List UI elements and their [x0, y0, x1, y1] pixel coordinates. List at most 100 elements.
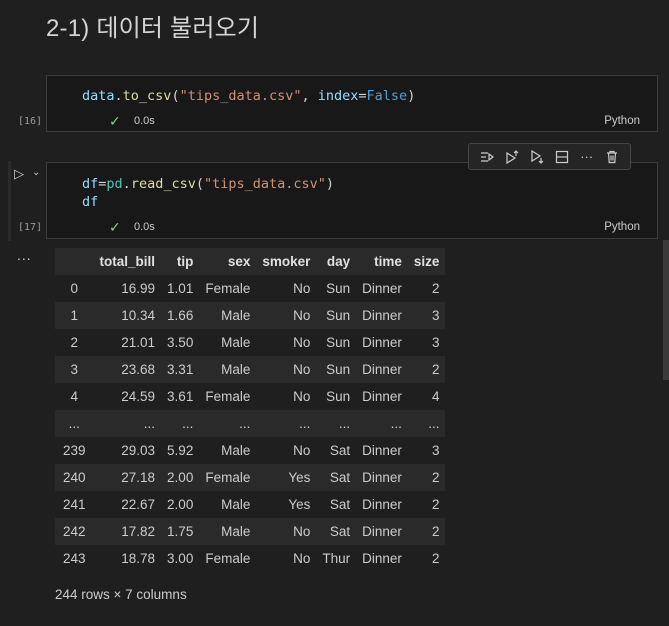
- row-index: 241: [63, 497, 86, 512]
- code-editor[interactable]: df=pd.read_csv("tips_data.csv") df: [82, 175, 334, 211]
- table-cell: 1.01: [167, 281, 194, 296]
- table-cell: 3: [431, 443, 440, 458]
- scrollbar-thumb[interactable]: [663, 240, 669, 380]
- row-index: ...: [68, 416, 80, 431]
- output-actions-icon[interactable]: ...: [17, 247, 32, 263]
- execute-above-icon[interactable]: [504, 149, 520, 165]
- code-token: ): [407, 88, 416, 104]
- code-token: (: [195, 176, 204, 192]
- row-index: 0: [70, 281, 79, 296]
- table-cell: 5.92: [167, 443, 194, 458]
- more-actions-icon[interactable]: ···: [579, 149, 595, 165]
- table-row: 0 16.99 1.01 Female No Sun Dinner 2: [55, 275, 445, 302]
- table-cell: Sun: [326, 281, 351, 296]
- table-cell: 2: [431, 497, 440, 512]
- table-cell: Sat: [329, 497, 351, 512]
- success-check-icon: ✓: [109, 219, 121, 235]
- table-cell: 17.82: [121, 524, 156, 539]
- code-token: "tips_data.csv": [203, 176, 326, 192]
- table-cell: Female: [205, 470, 251, 485]
- execution-count: [17]: [18, 222, 43, 233]
- execution-count: [16]: [18, 116, 43, 127]
- row-index: 1: [70, 308, 79, 323]
- row-index: 4: [70, 389, 79, 404]
- table-cell: No: [293, 443, 311, 458]
- code-cell-17[interactable]: df=pd.read_csv("tips_data.csv") df ✓ 0.0…: [46, 162, 658, 239]
- table-cell: Dinner: [362, 389, 402, 404]
- table-cell: Dinner: [362, 443, 402, 458]
- table-cell: 2.00: [167, 470, 194, 485]
- table-cell: 3.61: [167, 389, 194, 404]
- table-row: 1 10.34 1.66 Male No Sun Dinner 3: [55, 302, 446, 329]
- run-by-line-icon[interactable]: [479, 149, 495, 165]
- table-cell: 3: [431, 308, 440, 323]
- table-row: ........................: [55, 410, 446, 437]
- table-cell: Sat: [329, 443, 351, 458]
- table-cell: ...: [182, 416, 194, 431]
- table-cell: Dinner: [362, 308, 402, 323]
- execution-duration: 0.0s: [134, 115, 155, 127]
- code-token: =: [358, 88, 367, 104]
- table-cell: ...: [390, 416, 402, 431]
- table-cell: 2: [431, 524, 440, 539]
- table-row: 2 21.01 3.50 Male No Sun Dinner 3: [55, 329, 445, 356]
- table-cell: Male: [221, 524, 251, 539]
- language-selector[interactable]: Python: [604, 221, 640, 233]
- code-token: to_csv: [122, 88, 172, 104]
- code-token: df: [82, 194, 99, 210]
- code-token: "tips_data.csv": [179, 88, 302, 104]
- table-row: 241 22.67 2.00 Male Yes Sat Dinner 2: [55, 491, 445, 518]
- table-cell: 2: [431, 281, 440, 296]
- code-cell-16[interactable]: data.to_csv("tips_data.csv", index=False…: [46, 75, 658, 132]
- table-cell: 2: [431, 551, 440, 566]
- table-cell: 3: [431, 335, 440, 350]
- table-cell: ...: [239, 416, 251, 431]
- language-selector[interactable]: Python: [604, 115, 640, 127]
- table-cell: Dinner: [362, 470, 402, 485]
- table-cell: 4: [431, 389, 440, 404]
- code-editor[interactable]: data.to_csv("tips_data.csv", index=False…: [82, 87, 415, 105]
- table-header-row: total_bill tip sex smoker day time size: [55, 248, 446, 275]
- table-cell: Dinner: [362, 281, 402, 296]
- table-cell: 24.59: [121, 389, 156, 404]
- table-row: 3 23.68 3.31 Male No Sun Dinner 2: [55, 356, 446, 383]
- table-cell: No: [293, 335, 311, 350]
- column-header: day: [326, 254, 351, 269]
- execute-below-icon[interactable]: [529, 149, 545, 165]
- table-cell: Male: [221, 443, 251, 458]
- chevron-down-icon[interactable]: ⌄: [32, 167, 40, 178]
- column-header: tip: [176, 254, 194, 269]
- column-header: total_bill: [99, 254, 156, 269]
- table-cell: ...: [299, 416, 311, 431]
- run-cell-icon[interactable]: ▷: [14, 166, 24, 182]
- table-cell: Sat: [329, 470, 351, 485]
- code-token: index: [317, 88, 359, 104]
- row-index: 243: [63, 551, 86, 566]
- table-cell: Dinner: [362, 497, 402, 512]
- delete-cell-icon[interactable]: [604, 149, 620, 165]
- table-cell: No: [293, 308, 311, 323]
- code-token: .: [122, 176, 131, 192]
- table-cell: Dinner: [362, 551, 402, 566]
- table-cell: 3.31: [167, 362, 194, 377]
- table-cell: Yes: [288, 497, 311, 512]
- table-row: 4 24.59 3.61 Female No Sun Dinner 4: [55, 383, 445, 410]
- table-cell: Male: [221, 497, 251, 512]
- table-cell: 2: [431, 362, 440, 377]
- table-cell: No: [293, 524, 311, 539]
- table-cell: Sun: [326, 335, 351, 350]
- table-cell: ...: [338, 416, 351, 431]
- cell-toolbar: ···: [468, 143, 631, 170]
- table-cell: Dinner: [362, 335, 402, 350]
- code-token: df: [82, 176, 99, 192]
- table-cell: Female: [205, 281, 251, 296]
- success-check-icon: ✓: [109, 113, 121, 129]
- table-cell: Dinner: [362, 362, 402, 377]
- table-cell: Sun: [326, 362, 351, 377]
- split-cell-icon[interactable]: [554, 149, 570, 165]
- gutter: [0, 0, 10, 626]
- row-index: 3: [70, 362, 79, 377]
- table-cell: 1.75: [167, 524, 194, 539]
- code-token: pd: [106, 176, 123, 192]
- table-row: 242 17.82 1.75 Male No Sat Dinner 2: [55, 518, 446, 545]
